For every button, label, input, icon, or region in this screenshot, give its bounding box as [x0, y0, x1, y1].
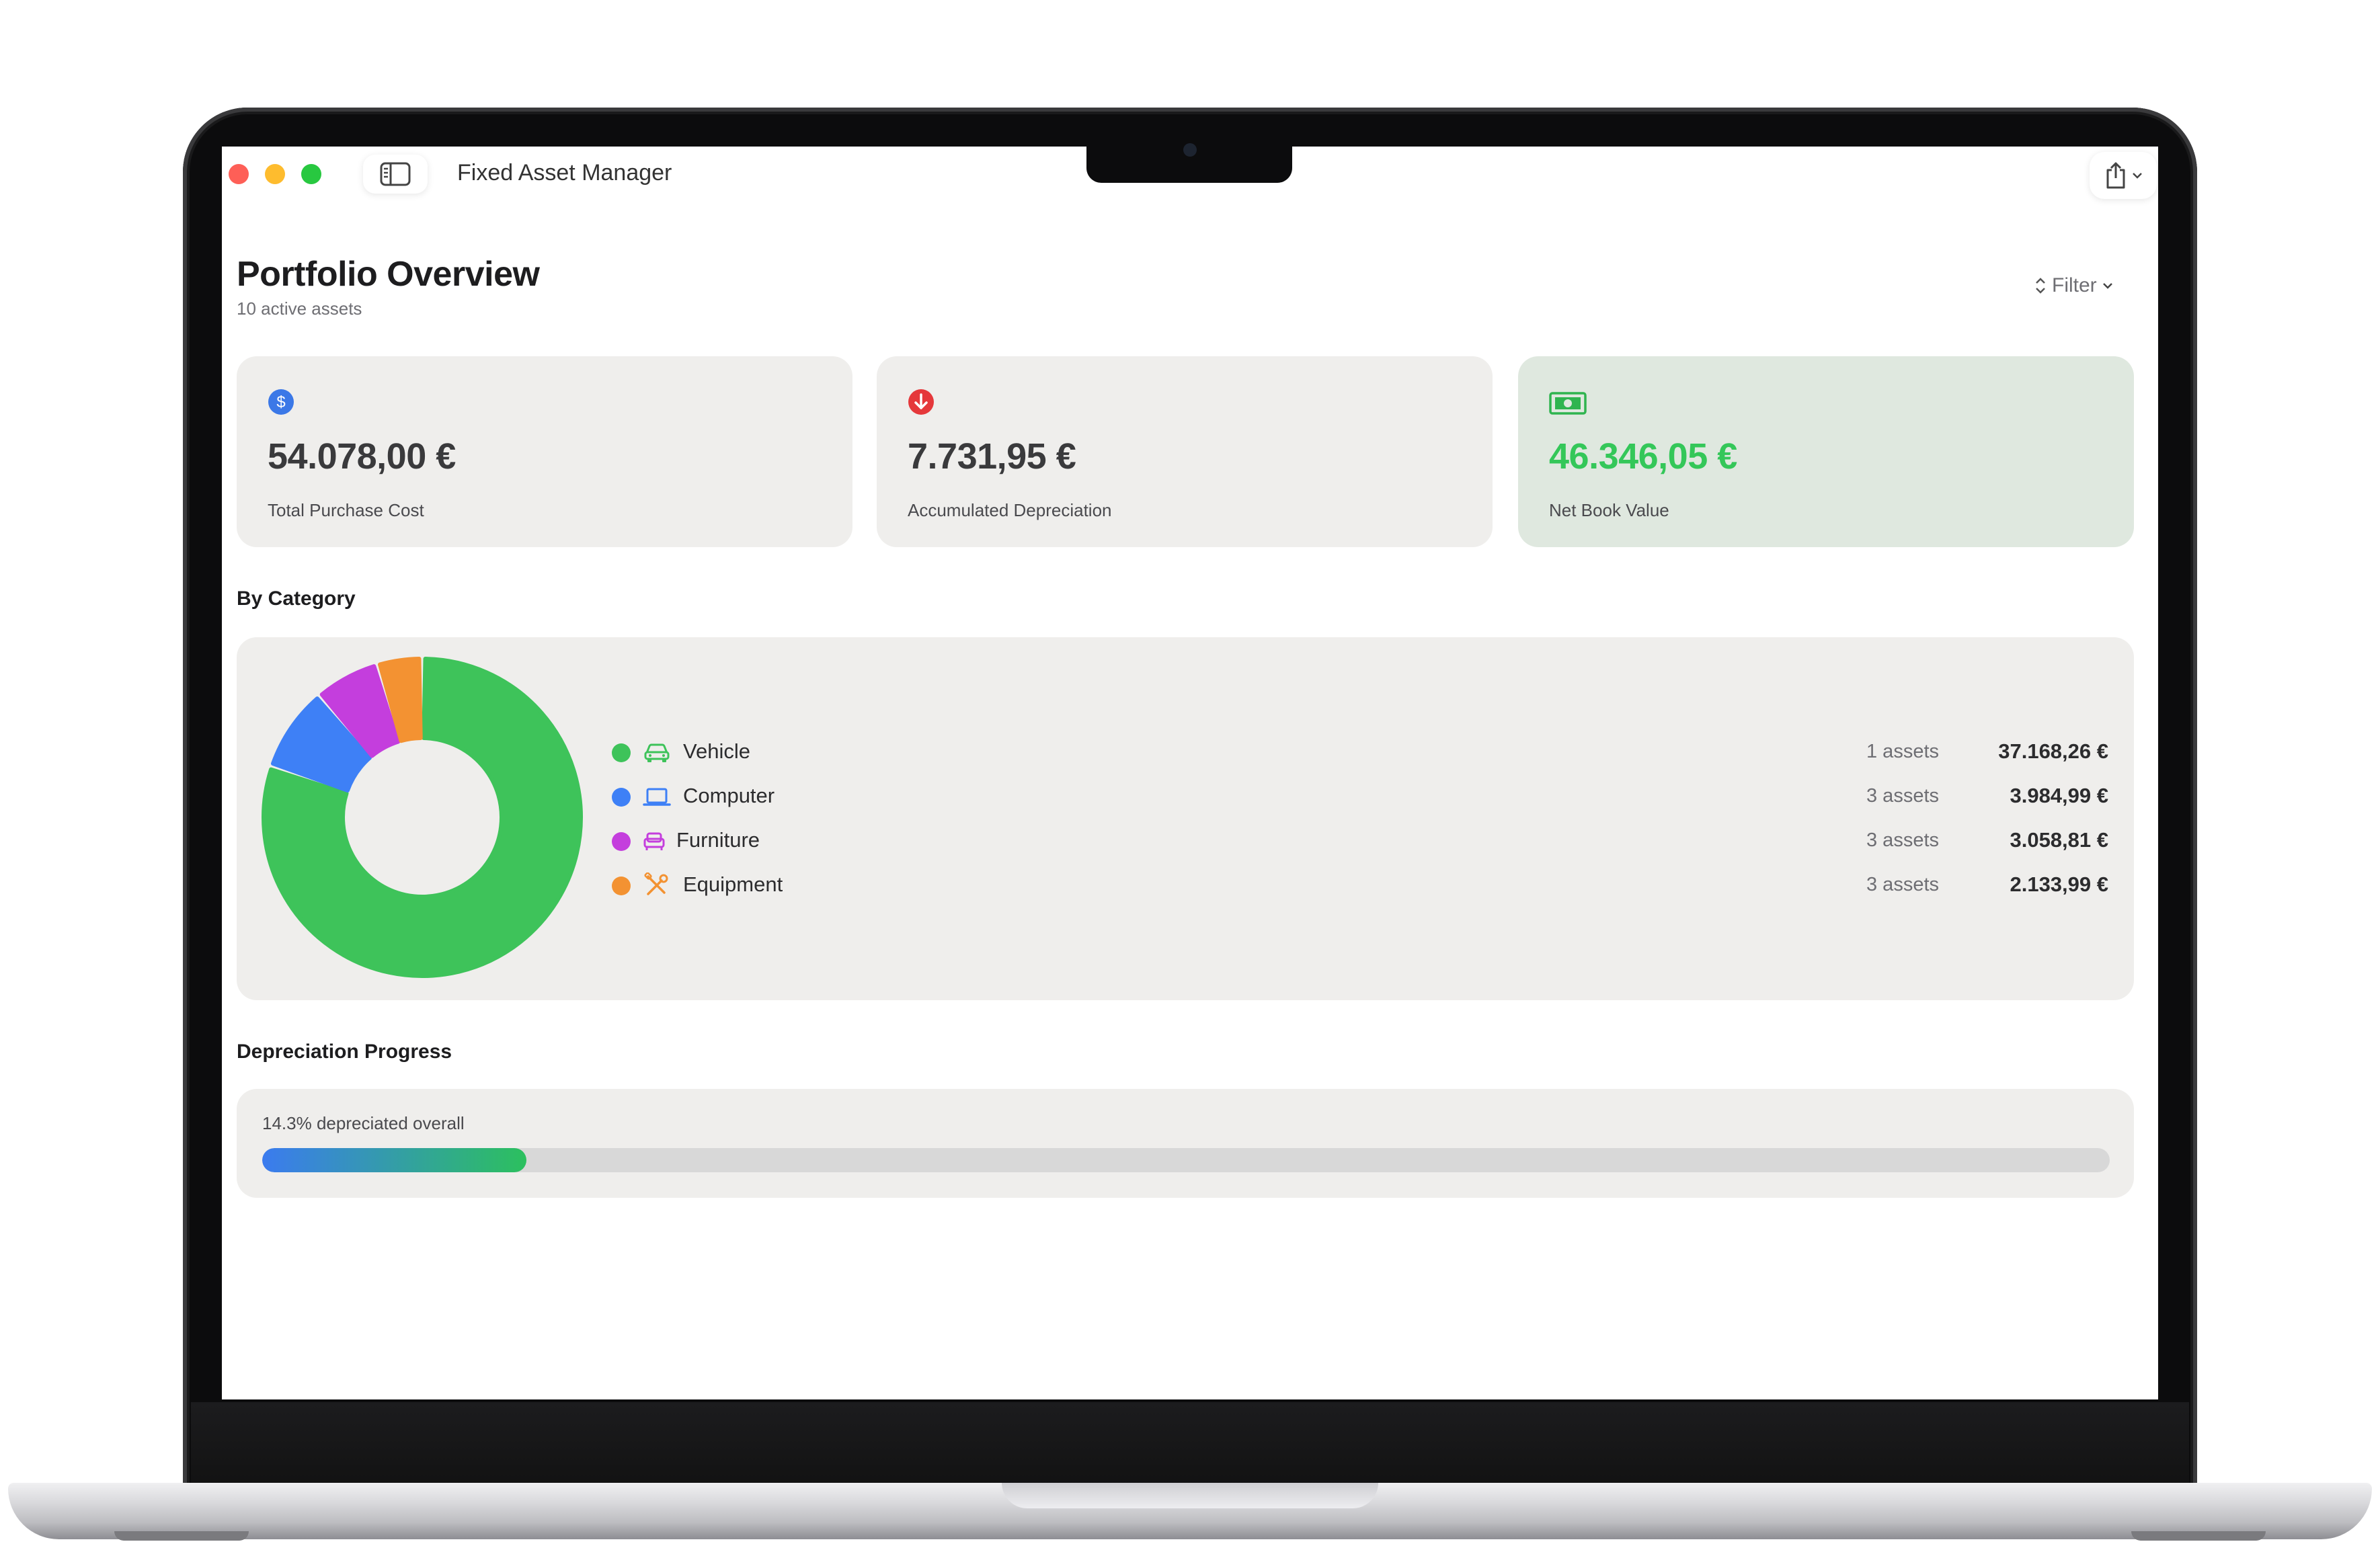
furniture-asset-count: 3 assets	[1866, 829, 1939, 851]
car-icon	[644, 743, 670, 762]
computer-name: Computer	[683, 784, 775, 807]
total-purchase-cost-value: 54.078,00 €	[268, 436, 456, 477]
dollar-circle-icon: $	[268, 389, 294, 415]
computer-asset-count: 3 assets	[1866, 785, 1939, 807]
minimize-window-button[interactable]	[265, 164, 285, 184]
equipment-amount: 2.133,99 €	[2010, 872, 2108, 896]
zoom-window-button[interactable]	[301, 164, 321, 184]
computer-color-dot	[612, 788, 631, 807]
net-book-value-label: Net Book Value	[1549, 500, 1669, 520]
legend-row-furniture[interactable]: Furniture 3 assets 3.058,81 €	[237, 824, 2134, 858]
legend-row-equipment[interactable]: Equipment 3 assets 2.133,99 €	[237, 868, 2134, 902]
wrench-screwdriver-icon	[644, 872, 668, 895]
furniture-color-dot	[612, 832, 631, 851]
sofa-icon	[643, 832, 665, 850]
active-assets-count: 10 active assets	[237, 298, 362, 319]
depreciation-progress-bar	[262, 1148, 2110, 1172]
laptop-foot-left	[114, 1531, 249, 1541]
category-panel: Vehicle 1 assets 37.168,26 € Computer 3 …	[237, 637, 2134, 1000]
legend-row-vehicle[interactable]: Vehicle 1 assets 37.168,26 €	[237, 735, 2134, 769]
equipment-name: Equipment	[683, 872, 783, 896]
vehicle-asset-count: 1 assets	[1866, 741, 1939, 762]
sidebar-icon	[380, 162, 411, 186]
app-window: Fixed Asset Manager Portfolio Overview 1…	[222, 147, 2158, 1399]
net-book-value-card: 46.346,05 € Net Book Value	[1518, 356, 2134, 547]
laptop-chin	[191, 1402, 2189, 1496]
depreciation-progress-heading: Depreciation Progress	[237, 1041, 452, 1063]
laptop-foot-right	[2131, 1531, 2266, 1541]
equipment-color-dot	[612, 877, 631, 895]
by-category-heading: By Category	[237, 587, 356, 610]
laptop-base-notch	[1002, 1483, 1378, 1508]
share-icon	[2106, 162, 2125, 189]
category-donut-chart	[262, 657, 583, 978]
vehicle-color-dot	[612, 743, 631, 762]
svg-text:$: $	[276, 393, 285, 411]
share-button[interactable]	[2090, 152, 2157, 199]
total-purchase-cost-card: $ 54.078,00 € Total Purchase Cost	[237, 356, 852, 547]
window-title: Fixed Asset Manager	[457, 160, 672, 186]
banknote-icon	[1549, 392, 1587, 415]
chevron-down-icon	[2133, 173, 2142, 179]
camera-icon	[1183, 143, 1197, 157]
total-purchase-cost-label: Total Purchase Cost	[268, 500, 424, 520]
depreciation-progress-fill	[262, 1148, 526, 1172]
furniture-name: Furniture	[676, 828, 760, 852]
depreciation-progress-text: 14.3% depreciated overall	[262, 1113, 465, 1133]
filter-button[interactable]: Filter	[2034, 274, 2113, 297]
toggle-sidebar-button[interactable]	[363, 155, 428, 194]
computer-amount: 3.984,99 €	[2010, 784, 2108, 807]
equipment-asset-count: 3 assets	[1866, 874, 1939, 895]
accumulated-depreciation-value: 7.731,95 €	[908, 436, 1076, 477]
vehicle-amount: 37.168,26 €	[1998, 739, 2108, 763]
accumulated-depreciation-card: 7.731,95 € Accumulated Depreciation	[877, 356, 1493, 547]
arrow-down-circle-icon	[908, 389, 934, 415]
laptop-icon	[643, 788, 671, 806]
furniture-amount: 3.058,81 €	[2010, 828, 2108, 852]
filter-label: Filter	[2052, 274, 2097, 296]
page-title: Portfolio Overview	[237, 255, 540, 294]
net-book-value-value: 46.346,05 €	[1549, 436, 1737, 477]
legend-row-computer[interactable]: Computer 3 assets 3.984,99 €	[237, 780, 2134, 813]
chevron-down-icon	[2102, 283, 2112, 289]
depreciation-progress-panel: 14.3% depreciated overall	[237, 1089, 2134, 1198]
accumulated-depreciation-label: Accumulated Depreciation	[908, 500, 1112, 520]
up-down-chevron-icon	[2036, 278, 2045, 294]
vehicle-name: Vehicle	[683, 739, 750, 763]
close-window-button[interactable]	[229, 164, 249, 184]
